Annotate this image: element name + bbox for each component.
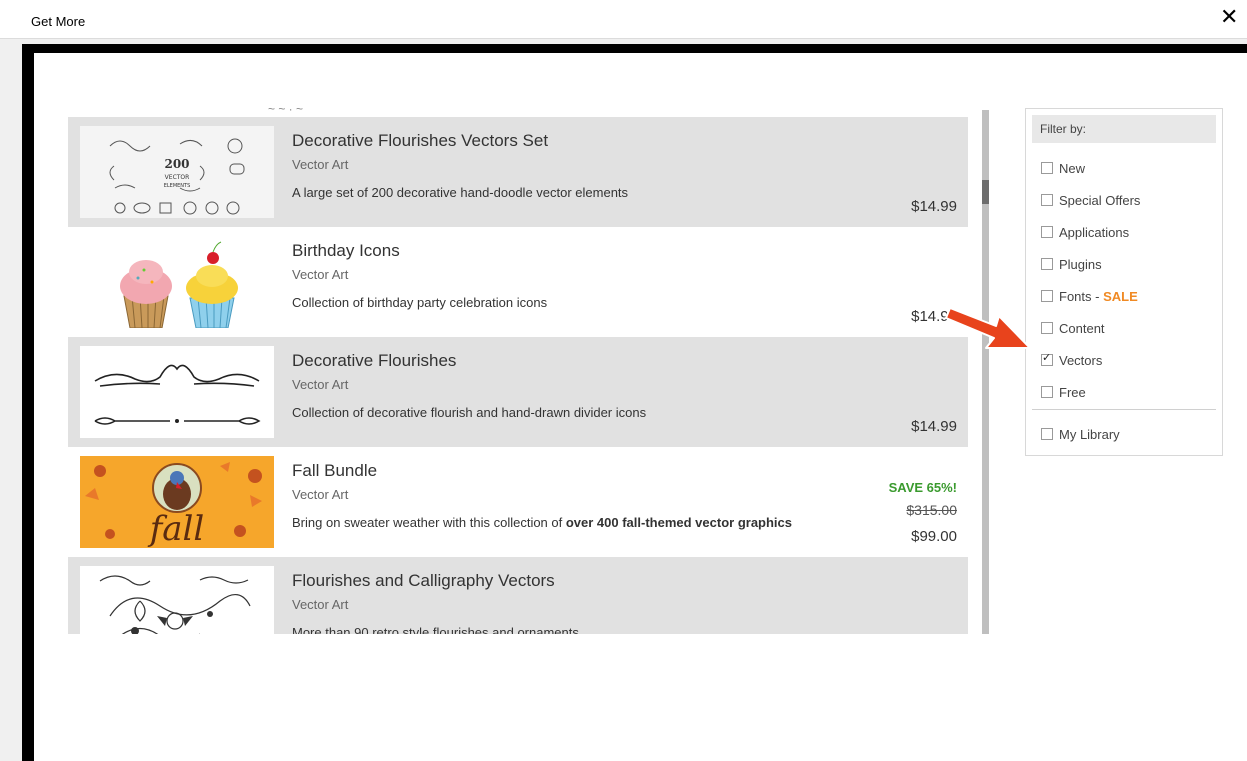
title-bar: Get More ✕: [0, 0, 1247, 39]
filter-option-plugins[interactable]: Plugins: [1041, 257, 1102, 272]
filter-option-content[interactable]: Content: [1041, 321, 1105, 336]
filter-option-applications[interactable]: Applications: [1041, 225, 1129, 240]
product-thumbnail: [80, 346, 274, 438]
product-description: Collection of decorative flourish and ha…: [292, 405, 647, 420]
product-description: A large set of 200 decorative hand-doodl…: [292, 185, 629, 200]
product-title[interactable]: Fall Bundle: [292, 461, 377, 481]
filter-panel: Filter by: New Special Offers Applicatio…: [1025, 108, 1223, 456]
product-price: $99.00: [911, 528, 957, 545]
product-title[interactable]: Flourishes and Calligraphy Vectors: [292, 571, 555, 591]
fall-thumb-text: fall: [147, 509, 205, 548]
sale-label: SALE: [1103, 289, 1138, 304]
filter-option-free[interactable]: Free: [1041, 385, 1086, 400]
product-item[interactable]: Decorative Flourishes Vector Art Collect…: [68, 337, 968, 447]
product-thumbnail: 200 VECTOR ELEMENTS: [80, 126, 274, 218]
product-category: Vector Art: [292, 267, 349, 282]
description-highlight: over 400 fall-themed vector graphics: [565, 515, 793, 530]
checkbox[interactable]: [1041, 194, 1053, 206]
filter-option-special-offers[interactable]: Special Offers: [1041, 193, 1140, 208]
filter-label: Free: [1059, 385, 1086, 400]
filter-label: Content: [1059, 321, 1105, 336]
product-category: Vector Art: [292, 487, 349, 502]
product-price: $14.99: [911, 418, 957, 435]
checkbox[interactable]: [1041, 290, 1053, 302]
filter-label: New: [1059, 161, 1086, 176]
filter-label: Applications: [1059, 225, 1130, 240]
svg-text:200: 200: [164, 157, 189, 171]
product-thumbnail: [80, 236, 274, 328]
product-description: More than 90 retro style flourishes and …: [292, 625, 579, 634]
checkbox[interactable]: [1041, 226, 1053, 238]
product-category: Vector Art: [292, 157, 349, 172]
filter-option-fonts[interactable]: Fonts - SALE: [1041, 289, 1138, 304]
window-title: Get More: [31, 14, 86, 29]
save-badge: SAVE 65%!: [888, 480, 957, 495]
description-text: Bring on sweater weather with this colle…: [292, 515, 566, 530]
filter-option-new[interactable]: New: [1041, 161, 1085, 176]
product-title[interactable]: Birthday Icons: [292, 241, 400, 261]
filter-label: My Library: [1059, 427, 1120, 442]
product-thumbnail: [80, 566, 274, 634]
checkbox[interactable]: [1041, 428, 1053, 440]
original-price: $315.00: [906, 502, 957, 518]
close-icon[interactable]: ✕: [1220, 6, 1238, 28]
filter-label: Fonts -: [1059, 289, 1104, 304]
filter-option-my-library[interactable]: My Library: [1041, 427, 1120, 442]
product-category: Vector Art: [292, 377, 349, 392]
checkbox-checked[interactable]: [1041, 351, 1053, 366]
filter-label: Special Offers: [1059, 193, 1141, 208]
product-item[interactable]: Flourishes and Calligraphy Vectors Vecto…: [68, 557, 968, 634]
product-description: Collection of birthday party celebration…: [292, 295, 548, 310]
scrollbar-thumb[interactable]: [982, 180, 989, 204]
checkbox[interactable]: [1041, 258, 1053, 270]
product-title[interactable]: Decorative Flourishes: [292, 351, 456, 371]
pointer-arrow-icon: [945, 307, 1031, 349]
product-thumbnail: fall: [80, 456, 274, 548]
filter-option-vectors[interactable]: Vectors: [1041, 351, 1103, 368]
product-category: Vector Art: [292, 597, 349, 612]
product-price: $14.99: [911, 198, 957, 215]
product-description: Bring on sweater weather with this colle…: [292, 514, 852, 532]
svg-text:ELEMENTS: ELEMENTS: [164, 183, 191, 189]
checkbox[interactable]: [1041, 162, 1053, 174]
checkbox[interactable]: [1041, 386, 1053, 398]
svg-text:VECTOR: VECTOR: [165, 174, 190, 181]
filter-header: Filter by:: [1032, 115, 1216, 143]
product-item[interactable]: fall Fall Bundle Vector Art Bring on swe…: [68, 447, 968, 557]
filter-divider: [1032, 409, 1216, 410]
product-item[interactable]: Birthday Icons Vector Art Collection of …: [68, 227, 968, 337]
product-title[interactable]: Decorative Flourishes Vectors Set: [292, 131, 548, 151]
product-list: ~ ~ · ~ 200 VECTOR ELEMENTS Decorative F…: [68, 108, 968, 634]
filter-label: Vectors: [1059, 353, 1103, 368]
filter-label: Plugins: [1059, 257, 1102, 272]
checkbox[interactable]: [1041, 322, 1053, 334]
clipped-text: ~ ~ · ~: [268, 108, 408, 112]
product-item[interactable]: 200 VECTOR ELEMENTS Decorative Flourishe…: [68, 117, 968, 227]
